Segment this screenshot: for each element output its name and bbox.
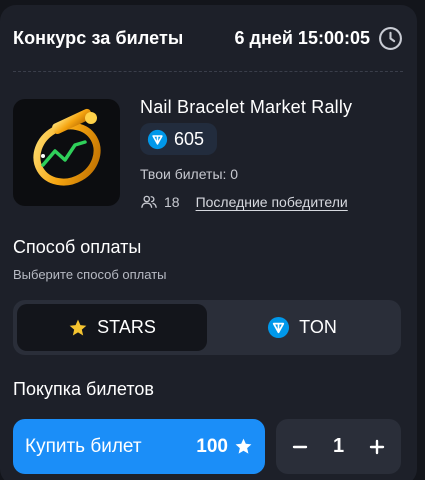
my-tickets-count: Твои билеты: 0 xyxy=(140,166,239,182)
buy-ticket-price-value: 100 xyxy=(196,435,228,457)
giveaway-card: Конкурс за билеты 6 дней 15:00:05 Nail B… xyxy=(0,5,417,480)
dashed-divider xyxy=(13,71,403,72)
payment-method-subtitle: Выберите способ оплаты xyxy=(13,267,167,282)
quantity-stepper: 1 xyxy=(276,419,401,474)
buy-ticket-label: Купить билет xyxy=(25,435,142,457)
pay-ton-label: TON xyxy=(299,317,337,337)
ton-icon xyxy=(147,129,168,149)
pay-ton-option[interactable]: TON xyxy=(207,304,397,351)
contest-title: Конкурс за билеты xyxy=(13,27,184,48)
increase-quantity-button[interactable] xyxy=(365,435,389,459)
ton-icon xyxy=(268,316,290,339)
participants-count: 18 xyxy=(164,194,180,210)
payment-method-title: Способ оплаты xyxy=(13,237,142,257)
decrease-quantity-button[interactable] xyxy=(288,435,312,459)
payment-method-selector: STARS TON xyxy=(13,300,401,355)
item-title: Nail Bracelet Market Rally xyxy=(140,97,353,117)
users-icon xyxy=(141,195,157,208)
nail-bracelet-image xyxy=(33,108,101,186)
buy-ticket-price: 100 xyxy=(196,436,253,458)
star-icon xyxy=(235,438,252,454)
last-winners-link[interactable]: Последние победители xyxy=(196,194,348,210)
countdown-timer: 6 дней 15:00:05 xyxy=(234,27,370,48)
countdown-group: 6 дней 15:00:05 xyxy=(235,26,403,51)
plus-icon xyxy=(369,439,385,454)
buy-ticket-button[interactable]: Купить билет 100 xyxy=(13,419,265,474)
pay-stars-label: STARS xyxy=(97,317,156,337)
ticket-price-badge: 605 xyxy=(140,123,217,155)
ticket-price: 605 xyxy=(174,128,205,149)
quantity-value: 1 xyxy=(332,435,345,457)
item-thumbnail[interactable] xyxy=(13,99,120,206)
pay-stars-option[interactable]: STARS xyxy=(17,304,207,351)
header: Конкурс за билеты 6 дней 15:00:05 xyxy=(13,25,403,51)
ticket-purchase-title: Покупка билетов xyxy=(13,379,154,399)
star-icon xyxy=(69,319,87,335)
clock-icon xyxy=(379,26,402,50)
minus-icon xyxy=(292,445,308,448)
participants-row: 18 Последние победители xyxy=(140,193,348,211)
